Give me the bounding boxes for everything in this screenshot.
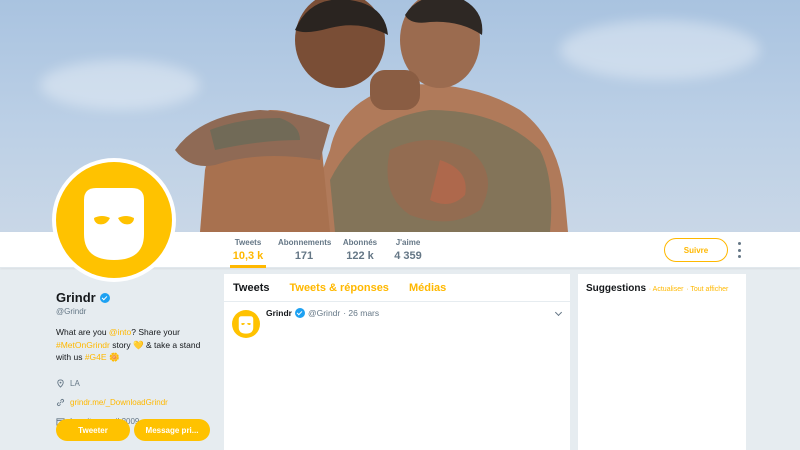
tab-media[interactable]: Médias — [409, 282, 446, 294]
tweet-header: Grindr @Grindr · 26 mars — [266, 308, 379, 318]
profile-bio: What are you @into? Share your #MetOnGri… — [56, 326, 216, 364]
timeline-tabs: Tweets Tweets & réponses Médias — [224, 274, 570, 302]
stat-tweets[interactable]: Tweets 10,3 k — [230, 238, 266, 268]
stat-label: Abonnements — [278, 238, 332, 247]
bio-text: story — [109, 339, 134, 350]
stat-label: Tweets — [234, 238, 262, 247]
avatar[interactable] — [52, 158, 176, 282]
stat-followers[interactable]: Abonnés 122 k — [342, 238, 378, 262]
profile-card: Grindr @Grindr What are you @into? Share… — [56, 290, 216, 428]
profile-actions: Tweeter Message pri... — [56, 419, 210, 441]
bio-text: ? Share your — [131, 327, 180, 337]
grindr-logo-icon — [56, 162, 172, 278]
tweet-date[interactable]: · 26 mars — [343, 308, 379, 318]
profile-website: grindr.me/_DownloadGrindr — [56, 397, 216, 409]
stat-value: 122 k — [346, 250, 374, 262]
grindr-logo-icon — [238, 316, 254, 334]
stat-label: Abonnés — [342, 238, 378, 247]
website-link[interactable]: grindr.me/_DownloadGrindr — [70, 398, 168, 407]
tweet-author-name[interactable]: Grindr — [266, 308, 292, 318]
timeline: Tweets Tweets & réponses Médias Grindr @… — [224, 274, 570, 450]
bio-hashtag-link[interactable]: #G4E — [85, 352, 107, 362]
refresh-link[interactable]: · Actualiser — [649, 286, 684, 293]
view-all-link[interactable]: · Tout afficher — [686, 286, 728, 293]
stat-following[interactable]: Abonnements 171 — [278, 238, 332, 262]
heart-emoji-icon: 💛 — [133, 339, 144, 350]
tweet-to-button[interactable]: Tweeter — [56, 419, 130, 441]
suggestions-panel: Suggestions · Actualiser · Tout afficher — [578, 274, 746, 450]
bio-text: What are you — [56, 327, 109, 337]
flower-emoji-icon: 🌼 — [108, 352, 120, 362]
location-pin-icon — [57, 379, 64, 388]
stat-label: J'aime — [395, 238, 421, 247]
tweet-author-handle[interactable]: @Grindr — [308, 308, 340, 318]
verified-badge-icon — [99, 292, 110, 303]
stat-value: 10,3 k — [232, 250, 264, 262]
profile-handle[interactable]: @Grindr — [56, 307, 216, 316]
bio-hashtag-link[interactable]: #MetOnGrindr — [56, 340, 110, 350]
more-options-icon[interactable] — [734, 242, 744, 258]
stat-value: 171 — [294, 250, 314, 262]
bio-mention-link[interactable]: @into — [109, 327, 131, 337]
stat-value: 4 359 — [394, 250, 422, 262]
follow-button[interactable]: Suivre — [664, 238, 728, 262]
profile-location: LA — [56, 378, 216, 390]
verified-badge-icon — [294, 308, 305, 318]
message-button[interactable]: Message pri... — [134, 419, 210, 441]
link-icon — [56, 398, 65, 407]
profile-name[interactable]: Grindr — [56, 290, 96, 305]
tab-tweets[interactable]: Tweets — [233, 282, 269, 294]
tweet-avatar[interactable] — [232, 310, 260, 338]
tweet-item[interactable]: Grindr @Grindr · 26 mars — [224, 302, 570, 450]
location-text: LA — [70, 379, 80, 388]
stat-likes[interactable]: J'aime 4 359 — [390, 238, 426, 262]
tab-tweets-replies[interactable]: Tweets & réponses — [289, 282, 388, 294]
chevron-down-icon[interactable] — [554, 308, 563, 317]
suggestions-title: Suggestions — [586, 283, 647, 294]
